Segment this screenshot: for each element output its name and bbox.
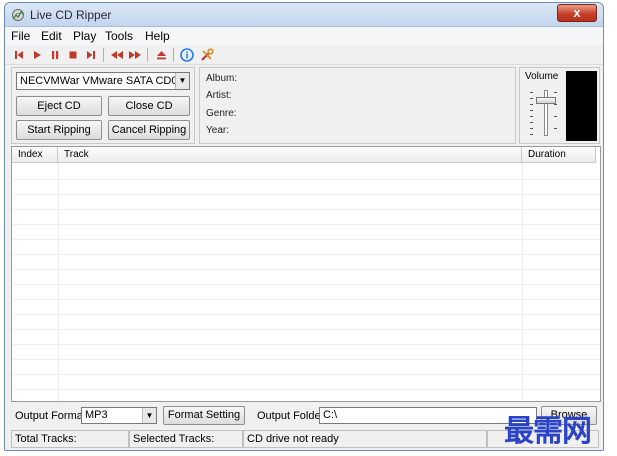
volume-tick [554, 104, 557, 105]
row-line [12, 269, 600, 270]
album-info-panel: Album: Artist: Genre: Year: [199, 67, 516, 144]
year-label: Year: [206, 125, 229, 136]
row-line [12, 299, 600, 300]
row-line [12, 254, 600, 255]
row-line [12, 194, 600, 195]
status-total-tracks: Total Tracks: [11, 430, 129, 448]
menu-help[interactable]: Help [145, 29, 170, 43]
volume-tick [554, 116, 557, 117]
window-title: Live CD Ripper [30, 8, 112, 22]
volume-tick [530, 116, 533, 117]
volume-tick [530, 98, 533, 99]
volume-level-meter [566, 71, 597, 141]
row-line [12, 239, 600, 240]
watermark-text: 最需网 [504, 414, 592, 449]
volume-panel: Volume [519, 67, 600, 144]
volume-tick [530, 110, 533, 111]
menu-edit[interactable]: Edit [41, 29, 62, 43]
volume-tick [554, 128, 557, 129]
row-line [12, 284, 600, 285]
output-format-label: Output Format [15, 410, 86, 422]
pause-icon[interactable] [47, 47, 63, 63]
menu-file[interactable]: File [11, 29, 30, 43]
title-bar: Live CD Ripper x [5, 3, 603, 27]
row-line [12, 314, 600, 315]
menu-bar: File Edit Play Tools Help [5, 27, 603, 45]
artist-label: Artist: [206, 90, 232, 101]
toolbar-separator [147, 48, 148, 62]
column-header-index[interactable]: Index [12, 147, 58, 163]
output-format-select[interactable]: MP3 ▼ [81, 407, 157, 424]
menu-play[interactable]: Play [73, 29, 96, 43]
row-line [12, 209, 600, 210]
output-folder-label: Output Folder [257, 410, 325, 422]
play-icon[interactable] [29, 47, 45, 63]
status-drive-state: CD drive not ready [243, 430, 487, 448]
toolbar-separator [103, 48, 104, 62]
fast-forward-icon[interactable] [127, 47, 143, 63]
volume-tick [530, 134, 533, 135]
start-ripping-button[interactable]: Start Ripping [16, 120, 102, 140]
row-line [12, 329, 600, 330]
row-line [12, 179, 600, 180]
info-icon[interactable]: i [179, 47, 195, 63]
eject-cd-button[interactable]: Eject CD [16, 96, 102, 116]
row-line [12, 389, 600, 390]
row-line [12, 344, 600, 345]
volume-tick [530, 128, 533, 129]
genre-label: Genre: [206, 108, 237, 119]
chevron-down-icon[interactable]: ▼ [175, 73, 189, 89]
drive-select-value: NECVMWar VMware SATA CD01 1.0 [20, 75, 190, 87]
row-line [12, 224, 600, 225]
close-cd-button[interactable]: Close CD [108, 96, 190, 116]
volume-tick [554, 92, 557, 93]
column-divider [58, 163, 59, 401]
format-setting-button[interactable]: Format Setting [163, 406, 245, 425]
status-selected-tracks: Selected Tracks: [129, 430, 243, 448]
tools-icon[interactable] [199, 47, 215, 63]
row-line [12, 359, 600, 360]
next-track-icon[interactable] [83, 47, 99, 63]
toolbar: i [5, 45, 603, 65]
app-window: Live CD Ripper x File Edit Play Tools He… [4, 2, 604, 451]
drive-select[interactable]: NECVMWar VMware SATA CD01 1.0 ▼ [16, 72, 190, 90]
stop-icon[interactable] [65, 47, 81, 63]
chevron-down-icon[interactable]: ▼ [142, 408, 156, 423]
previous-track-icon[interactable] [11, 47, 27, 63]
column-header-duration[interactable]: Duration [522, 147, 596, 163]
volume-slider-thumb[interactable] [536, 97, 556, 104]
drive-control-panel: NECVMWar VMware SATA CD01 1.0 ▼ Eject CD… [11, 67, 195, 144]
volume-tick [530, 92, 533, 93]
album-label: Album: [206, 73, 238, 84]
volume-tick [530, 122, 533, 123]
eject-icon[interactable] [153, 47, 169, 63]
svg-text:i: i [185, 52, 188, 62]
column-divider [522, 163, 523, 401]
app-logo-icon [12, 9, 24, 21]
volume-tick [530, 104, 533, 105]
rewind-icon[interactable] [109, 47, 125, 63]
row-line [12, 374, 600, 375]
toolbar-separator [173, 48, 174, 62]
close-window-button[interactable]: x [557, 4, 597, 22]
volume-label: Volume [525, 71, 559, 82]
cancel-ripping-button[interactable]: Cancel Ripping [108, 120, 190, 140]
output-format-value: MP3 [85, 409, 108, 421]
menu-tools[interactable]: Tools [105, 29, 133, 43]
column-header-track[interactable]: Track [58, 147, 522, 163]
track-list[interactable]: Index Track Duration [11, 146, 601, 402]
